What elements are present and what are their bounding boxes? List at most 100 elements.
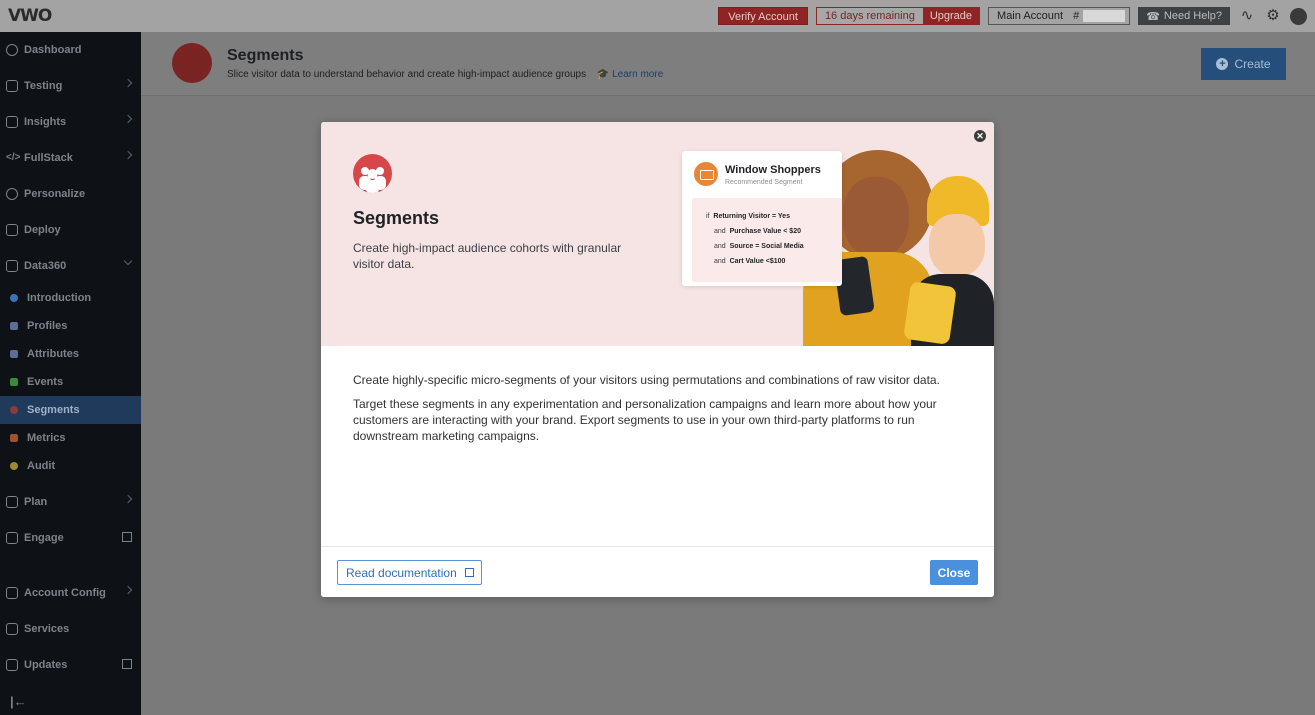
segment-rule: if Returning Visitor = Yes	[706, 213, 790, 220]
sidebar-item-label: Updates	[24, 659, 68, 671]
segment-rules: if Returning Visitor = Yes and Purchase …	[692, 198, 842, 282]
segment-rule: and Cart Value <$100	[714, 258, 785, 265]
sidebar-item-testing[interactable]: Testing	[0, 72, 141, 100]
gear-icon[interactable]: ⚙	[1264, 7, 1282, 25]
sidebar-item-data360[interactable]: Data360	[0, 252, 141, 280]
rule-text: Purchase Value < $20	[729, 228, 801, 235]
segment-rule: and Source = Social Media	[714, 243, 804, 250]
sidebar-subitem-label: Attributes	[27, 348, 79, 360]
sidebar-subitem-label: Audit	[27, 460, 56, 472]
sidebar-subitem-introduction[interactable]: Introduction	[0, 284, 141, 312]
modal-body-paragraph: Create highly-specific micro-segments of…	[353, 373, 940, 387]
sidebar-subitem-profiles[interactable]: Profiles	[0, 312, 141, 340]
chevron-right-icon	[123, 150, 133, 160]
need-help-label: Need Help?	[1163, 10, 1222, 22]
collapse-sidebar-icon[interactable]: |←	[10, 694, 27, 709]
sidebar-item-plan[interactable]: Plan	[0, 488, 141, 516]
chevron-right-icon	[123, 494, 133, 504]
sidebar-item-dashboard[interactable]: Dashboard	[0, 36, 141, 64]
account-hash: #	[1073, 10, 1080, 22]
segments-logo-icon	[172, 43, 212, 83]
account-switcher[interactable]: Main Account #	[988, 7, 1131, 25]
rule-text: Source = Social Media	[729, 243, 804, 250]
modal-footer: Read documentation Close	[321, 546, 994, 597]
segment-example-card: Window Shoppers Recommended Segment if R…	[682, 151, 842, 286]
database-icon	[6, 260, 18, 272]
learn-more-label: Learn more	[612, 69, 664, 80]
top-right-actions: Verify Account 16 days remaining Upgrade…	[718, 6, 1307, 26]
sidebar-subitem-label: Introduction	[27, 292, 92, 304]
calendar-icon	[6, 496, 18, 508]
target-icon	[6, 188, 18, 200]
sidebar: Dashboard Testing Insights </> FullStack…	[0, 32, 141, 715]
page-title: Segments	[227, 47, 304, 64]
phone-shape	[903, 281, 957, 345]
external-link-icon	[122, 532, 132, 542]
people-icon	[359, 167, 386, 193]
modal-body-paragraph: Target these segments in any experimenta…	[353, 397, 937, 443]
audit-icon	[10, 462, 18, 470]
create-label: Create	[1234, 57, 1271, 71]
page-subtitle-text: Slice visitor data to understand behavio…	[227, 69, 587, 80]
sidebar-subitem-segments[interactable]: Segments	[0, 396, 141, 424]
chevron-right-icon	[123, 114, 133, 124]
modal-body: Create highly-specific micro-segments of…	[353, 372, 963, 452]
segments-intro-modal: ✕ Segments Create high-impact audience c…	[321, 122, 994, 597]
sidebar-subitem-metrics[interactable]: Metrics	[0, 424, 141, 452]
read-documentation-button[interactable]: Read documentation	[337, 560, 482, 585]
plus-icon: +	[1216, 58, 1229, 70]
learn-more-link[interactable]: 🎓 Learn more	[597, 69, 663, 80]
user-avatar-icon[interactable]	[1290, 7, 1307, 25]
profiles-icon	[10, 322, 18, 330]
sidebar-item-personalize[interactable]: Personalize	[0, 180, 141, 208]
sidebar-item-label: Services	[24, 623, 70, 635]
card-subtitle: Recommended Segment	[725, 179, 803, 186]
person-face-shape	[929, 214, 985, 276]
sidebar-item-label: Dashboard	[24, 44, 82, 56]
flask-icon	[6, 80, 18, 92]
sliders-icon	[6, 587, 18, 599]
sidebar-item-label: Personalize	[24, 188, 86, 200]
modal-title: Segments	[353, 208, 440, 228]
page-subtitle: Slice visitor data to understand behavio…	[227, 69, 663, 80]
upgrade-button[interactable]: Upgrade	[922, 8, 980, 24]
create-button[interactable]: + Create	[1201, 48, 1286, 80]
card-title: Window Shoppers	[725, 164, 821, 176]
page-header: Segments Slice visitor data to understan…	[141, 32, 1315, 96]
sidebar-subitem-audit[interactable]: Audit	[0, 452, 141, 480]
sidebar-item-insights[interactable]: Insights	[0, 108, 141, 136]
rule-prefix: and	[714, 243, 726, 250]
rule-text: Cart Value <$100	[729, 258, 786, 265]
sidebar-subitem-label: Profiles	[27, 320, 68, 332]
close-button[interactable]: Close	[930, 560, 978, 585]
need-help-button[interactable]: ☎ Need Help?	[1138, 7, 1230, 25]
trend-icon	[10, 434, 18, 442]
account-label: Main Account	[997, 10, 1064, 22]
trial-days-remaining: 16 days remaining	[816, 8, 923, 24]
chevron-right-icon	[123, 585, 133, 595]
sidebar-subitem-events[interactable]: Events	[0, 368, 141, 396]
modal-hero: ✕ Segments Create high-impact audience c…	[321, 122, 994, 346]
sidebar-item-services[interactable]: Services	[0, 615, 141, 643]
sidebar-item-deploy[interactable]: Deploy	[0, 216, 141, 244]
chevron-down-icon	[123, 256, 133, 266]
sidebar-item-updates[interactable]: Updates	[0, 651, 141, 679]
check-icon	[10, 378, 18, 386]
sidebar-item-label: FullStack	[24, 152, 73, 164]
code-icon: </>	[6, 152, 21, 163]
engage-icon	[6, 532, 18, 544]
sidebar-item-label: Engage	[24, 532, 64, 544]
close-icon[interactable]: ✕	[974, 130, 986, 142]
verify-account-button[interactable]: Verify Account	[718, 7, 808, 25]
sidebar-item-fullstack[interactable]: </> FullStack	[0, 144, 141, 172]
vwo-logo[interactable]: VWO	[8, 6, 52, 26]
sidebar-item-label: Insights	[24, 116, 67, 128]
sidebar-item-engage[interactable]: Engage	[0, 524, 141, 552]
briefcase-icon	[6, 623, 18, 635]
segments-icon	[10, 406, 18, 414]
sidebar-subitem-attributes[interactable]: Attributes	[0, 340, 141, 368]
sidebar-item-account-config[interactable]: Account Config	[0, 579, 141, 607]
chevron-right-icon	[123, 78, 133, 88]
sidebar-item-label: Plan	[24, 496, 48, 508]
activity-icon[interactable]: ∿	[1238, 7, 1256, 25]
